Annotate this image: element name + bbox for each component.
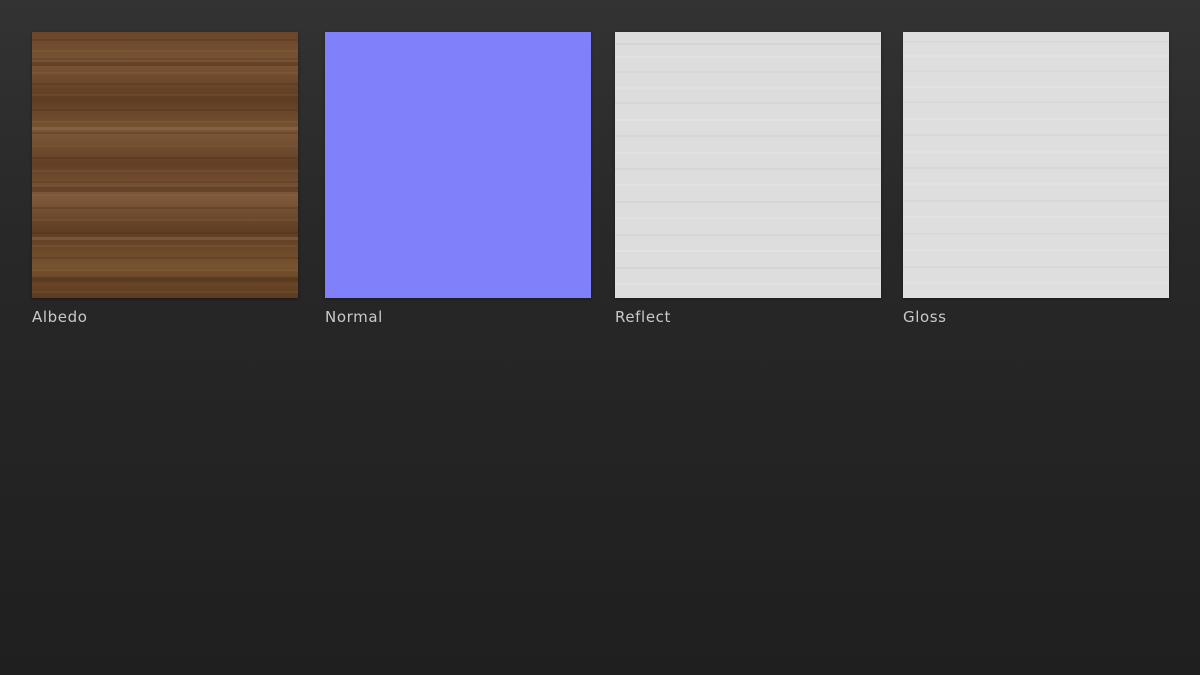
normal-texture-swatch[interactable] — [325, 32, 591, 298]
texture-label-albedo: Albedo — [32, 308, 88, 326]
reflect-texture-swatch[interactable] — [615, 32, 881, 298]
texture-tile-reflect[interactable]: Reflect — [615, 32, 881, 326]
texture-label-gloss: Gloss — [903, 308, 947, 326]
texture-label-normal: Normal — [325, 308, 383, 326]
texture-tile-gloss[interactable]: Gloss — [903, 32, 1169, 326]
albedo-texture-swatch[interactable] — [32, 32, 298, 298]
gloss-texture-swatch[interactable] — [903, 32, 1169, 298]
texture-tile-normal[interactable]: Normal — [325, 32, 591, 326]
texture-label-reflect: Reflect — [615, 308, 671, 326]
texture-tile-albedo[interactable]: Albedo — [32, 32, 298, 326]
